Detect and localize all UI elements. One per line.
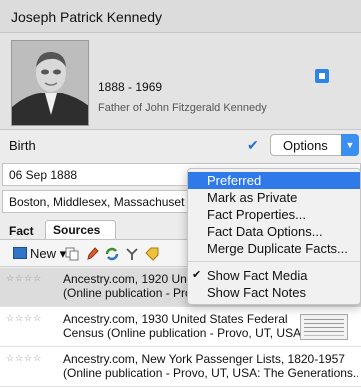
fact-title-row: Birth ✔ Options ▼ <box>0 130 361 159</box>
star-rating[interactable]: ☆☆☆☆ <box>6 353 42 364</box>
checkmark-icon: ✔ <box>192 269 202 281</box>
portrait-image <box>12 41 88 125</box>
tab-sources-label: Sources <box>53 223 101 237</box>
star-rating[interactable]: ☆☆☆☆ <box>6 313 42 324</box>
menu-item-show-media-label: Show Fact Media <box>207 268 308 283</box>
new-source-icon <box>13 247 27 259</box>
person-photo[interactable] <box>11 40 89 126</box>
refresh-icon[interactable] <box>105 247 119 261</box>
options-dropdown-menu: Preferred Mark as Private Fact Propertie… <box>187 168 361 305</box>
person-relation: Father of John Fitzgerald Kennedy <box>98 102 267 114</box>
person-name: Joseph Patrick Kennedy <box>11 9 162 25</box>
fact-date-value: 06 Sep 1888 <box>9 168 78 182</box>
copy-icon[interactable] <box>65 247 79 261</box>
source-citation: Ancestry.com, New York Passenger Lists, … <box>63 352 358 380</box>
options-button[interactable]: Options ▼ <box>270 134 359 156</box>
list-item[interactable]: ☆☆☆☆ Ancestry.com, New York Passenger Li… <box>0 348 361 387</box>
menu-item-fact-properties[interactable]: Fact Properties... <box>188 206 360 223</box>
person-dates: 1888 - 1969 <box>98 80 163 94</box>
source-publication: Census (Online publication - Provo, UT, … <box>63 326 315 340</box>
options-label: Options <box>283 138 328 153</box>
person-card: 1888 - 1969 Father of John Fitzgerald Ke… <box>0 33 361 130</box>
expand-toggle-icon[interactable] <box>315 69 329 83</box>
fact-name: Birth <box>9 138 36 153</box>
new-source-button[interactable]: New ▾ <box>13 246 66 262</box>
menu-separator <box>188 261 360 262</box>
star-rating[interactable]: ☆☆☆☆ <box>6 273 42 284</box>
menu-item-fact-data-options[interactable]: Fact Data Options... <box>188 223 360 240</box>
new-label: New <box>30 246 57 261</box>
menu-item-show-media[interactable]: ✔ Show Fact Media <box>188 267 360 284</box>
list-item[interactable]: ☆☆☆☆ Ancestry.com, 1930 United States Fe… <box>0 308 361 347</box>
menu-item-merge-duplicates[interactable]: Merge Duplicate Facts... <box>188 240 360 257</box>
source-title: Ancestry.com, 1930 United States Federal <box>63 312 288 326</box>
fact-panel: Joseph Patrick Kennedy 1888 - 1969 Fathe… <box>0 0 361 388</box>
fact-place-value: Boston, Middlesex, Massachuset <box>9 195 185 209</box>
chevron-down-icon[interactable]: ▼ <box>341 134 359 156</box>
menu-item-show-notes[interactable]: Show Fact Notes <box>188 284 360 301</box>
tag-icon[interactable] <box>145 247 159 261</box>
source-title: Ancestry.com, New York Passenger Lists, … <box>63 352 345 366</box>
preferred-check-icon: ✔ <box>247 137 259 153</box>
menu-item-preferred[interactable]: Preferred <box>188 172 360 189</box>
tab-sources[interactable]: Sources3 <box>45 220 116 251</box>
source-publication: (Online publication - Provo, UT, USA: Th… <box>63 366 358 380</box>
edit-pencil-icon[interactable] <box>85 247 99 261</box>
merge-icon[interactable] <box>125 247 139 261</box>
menu-item-mark-private[interactable]: Mark as Private <box>188 189 360 206</box>
census-thumbnail[interactable] <box>300 314 348 340</box>
source-citation: Ancestry.com, 1930 United States Federal… <box>63 312 323 340</box>
person-header: Joseph Patrick Kennedy <box>0 0 361 33</box>
